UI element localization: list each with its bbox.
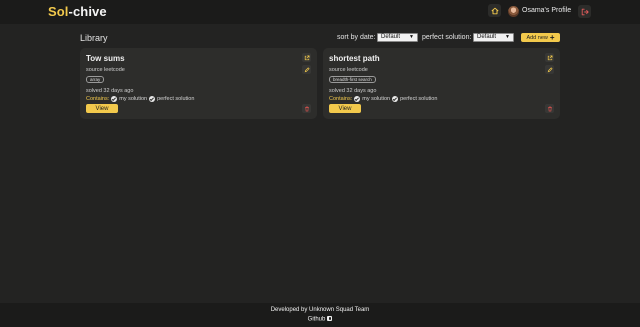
contains-row: Contains: my solution perfect solution (86, 96, 194, 102)
check-circle-icon (354, 96, 361, 102)
sort-label: sort by date: (337, 34, 376, 41)
add-new-button[interactable]: Add new + (521, 33, 560, 42)
contains-item: my solution (362, 96, 391, 102)
github-icon (327, 316, 333, 321)
logout-button[interactable] (578, 5, 591, 18)
contains-row: Contains: my solution perfect solution (329, 96, 437, 102)
solved-date: solved 32 days ago (86, 88, 134, 94)
card-title: shortest path (329, 54, 380, 63)
sort-select[interactable]: Default ▼ (377, 33, 418, 42)
logout-icon (581, 8, 589, 15)
app-logo[interactable]: Sol-chive (48, 4, 107, 19)
topic-tag[interactable]: array (86, 76, 105, 83)
delete-button[interactable] (302, 104, 311, 113)
trash-icon (547, 106, 552, 111)
check-circle-icon (149, 96, 156, 102)
page-title: Library (80, 33, 108, 43)
github-link[interactable]: Github (0, 316, 640, 323)
contains-item: perfect solution (400, 96, 438, 102)
contains-item: perfect solution (157, 96, 195, 102)
pencil-icon (304, 66, 310, 72)
perfect-select-value: Default (477, 34, 497, 40)
open-link-button[interactable] (545, 53, 554, 62)
topic-tag[interactable]: breadth-first search (329, 76, 376, 83)
app-header: Sol-chive Osama's Profile (0, 0, 640, 24)
solved-date: solved 32 days ago (329, 88, 377, 94)
logo-rest: -chive (68, 4, 107, 19)
home-button[interactable] (488, 4, 501, 17)
avatar[interactable] (508, 6, 519, 17)
open-link-button[interactable] (302, 53, 311, 62)
edit-button[interactable] (302, 65, 311, 74)
edit-button[interactable] (545, 65, 554, 74)
logo-accent: Sol (48, 4, 69, 19)
chevron-down-icon: ▼ (409, 34, 414, 40)
card-source: source leetcode (329, 67, 368, 73)
app-footer: Developed by Unknown Squad Team Github (0, 303, 640, 327)
footer-credit: Developed by Unknown Squad Team (270, 307, 370, 313)
external-link-icon (547, 55, 552, 60)
check-circle-icon (392, 96, 399, 102)
contains-label: Contains: (329, 96, 353, 102)
problem-card: shortest path source leetcode breadth-fi… (323, 48, 560, 119)
contains-label: Contains: (86, 96, 110, 102)
sort-select-value: Default (381, 34, 401, 40)
trash-icon (304, 106, 309, 111)
view-button[interactable]: View (86, 104, 118, 113)
external-link-icon (304, 55, 309, 60)
view-button[interactable]: View (329, 104, 361, 113)
card-title: Tow sums (86, 54, 125, 63)
pencil-icon (547, 66, 553, 72)
delete-button[interactable] (545, 104, 554, 113)
check-circle-icon (111, 96, 118, 102)
card-source: source leetcode (86, 67, 125, 73)
github-label: Github (307, 316, 326, 323)
chevron-down-icon: ▼ (505, 34, 510, 40)
home-icon (490, 7, 499, 14)
contains-item: my solution (119, 96, 148, 102)
add-new-label: Add new (526, 34, 548, 41)
problem-card: Tow sums source leetcode array solved 32… (80, 48, 317, 119)
profile-link[interactable]: Osama's Profile (522, 7, 571, 14)
plus-icon: + (549, 33, 555, 42)
perfect-solution-label: perfect solution: (422, 34, 472, 41)
perfect-solution-select[interactable]: Default ▼ (473, 33, 514, 42)
